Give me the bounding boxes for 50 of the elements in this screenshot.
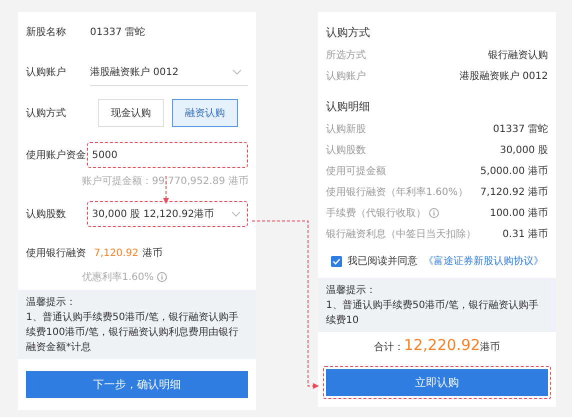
- section-heading: 认购方式: [326, 24, 371, 40]
- field-label: 认购账户: [26, 66, 67, 79]
- account-dropdown[interactable]: 港股融资账户 0012: [90, 58, 248, 86]
- tips-title: 温馨提示：: [326, 284, 377, 298]
- tips-title: 温馨提示：: [26, 296, 77, 310]
- info-icon: [429, 208, 439, 218]
- next-step-button[interactable]: 下一步，确认明细: [26, 371, 248, 398]
- field-label: 新股名称: [26, 26, 67, 39]
- stock-name: 01337 雷蛇: [90, 26, 145, 39]
- subscribe-button[interactable]: 立即认购: [326, 369, 548, 396]
- detail-label: 使用银行融资（年利率1.60%）: [326, 186, 468, 198]
- detail-value: 7,120.92 港币: [480, 186, 548, 198]
- field-label: 认购方式: [26, 106, 67, 120]
- detail-value: 30,000 股: [500, 144, 548, 156]
- currency-unit: 港币: [480, 340, 500, 354]
- financing-amount: 7,120.92: [94, 248, 139, 258]
- hint-text: 账户可提金额：99,770,952.89 港币: [82, 174, 248, 188]
- detail-value: 01337 雷蛇: [493, 122, 548, 136]
- field-label: 认购股数: [26, 208, 67, 221]
- info-icon: [156, 272, 167, 282]
- agreement-link[interactable]: 《富途证券新股认购协议》: [424, 254, 544, 268]
- shares-dropdown[interactable]: 30,000 股 12,120.92港币: [87, 201, 248, 227]
- detail-label: 认购股数: [326, 144, 366, 156]
- detail-label: 认购账户: [326, 70, 366, 82]
- agreement-text: 我已阅读并同意: [348, 254, 418, 268]
- detail-label: 所选方式: [326, 48, 366, 62]
- method-option[interactable]: 现金认购: [98, 99, 164, 127]
- field-label: 使用账户资金: [26, 148, 87, 162]
- total-amount: 12,220.92: [404, 336, 480, 354]
- amount-input[interactable]: 5000: [87, 142, 248, 168]
- total-label: 合计：: [374, 340, 404, 354]
- checkbox[interactable]: [330, 256, 342, 266]
- method-option[interactable]: 融资认购: [172, 99, 238, 127]
- detail-label: 银行融资利息（中签日当天扣除）: [326, 228, 476, 240]
- section-heading: 认购明细: [326, 98, 371, 114]
- detail-value: 银行融资认购: [488, 48, 548, 62]
- field-label: 使用银行融资: [26, 246, 87, 260]
- detail-value: 5,000.00 港币: [480, 164, 548, 178]
- detail-label: 使用可提金额: [326, 164, 386, 178]
- detail-label: 手续费（代银行收取）: [326, 206, 426, 220]
- currency-unit: 港币: [142, 246, 163, 260]
- chevron-down-icon: [231, 211, 241, 217]
- tips-text: 1、普通认购手续费50港币/笔，银行融资认购手续费10: [326, 298, 540, 328]
- chevron-down-icon: [232, 68, 242, 74]
- tips-text: 1、普通认购手续费50港币/笔，银行融资认购手续费100港币/笔，银行融资认购利息费用由银行融资金额*计息: [26, 310, 240, 355]
- detail-value: 0.31 港币: [502, 228, 548, 240]
- detail-label: 认购新股: [326, 122, 366, 136]
- detail-value: 港股融资账户 0012: [459, 70, 548, 82]
- hint-text: 优惠利率1.60%: [82, 270, 154, 284]
- detail-value: 100.00 港币: [490, 206, 548, 220]
